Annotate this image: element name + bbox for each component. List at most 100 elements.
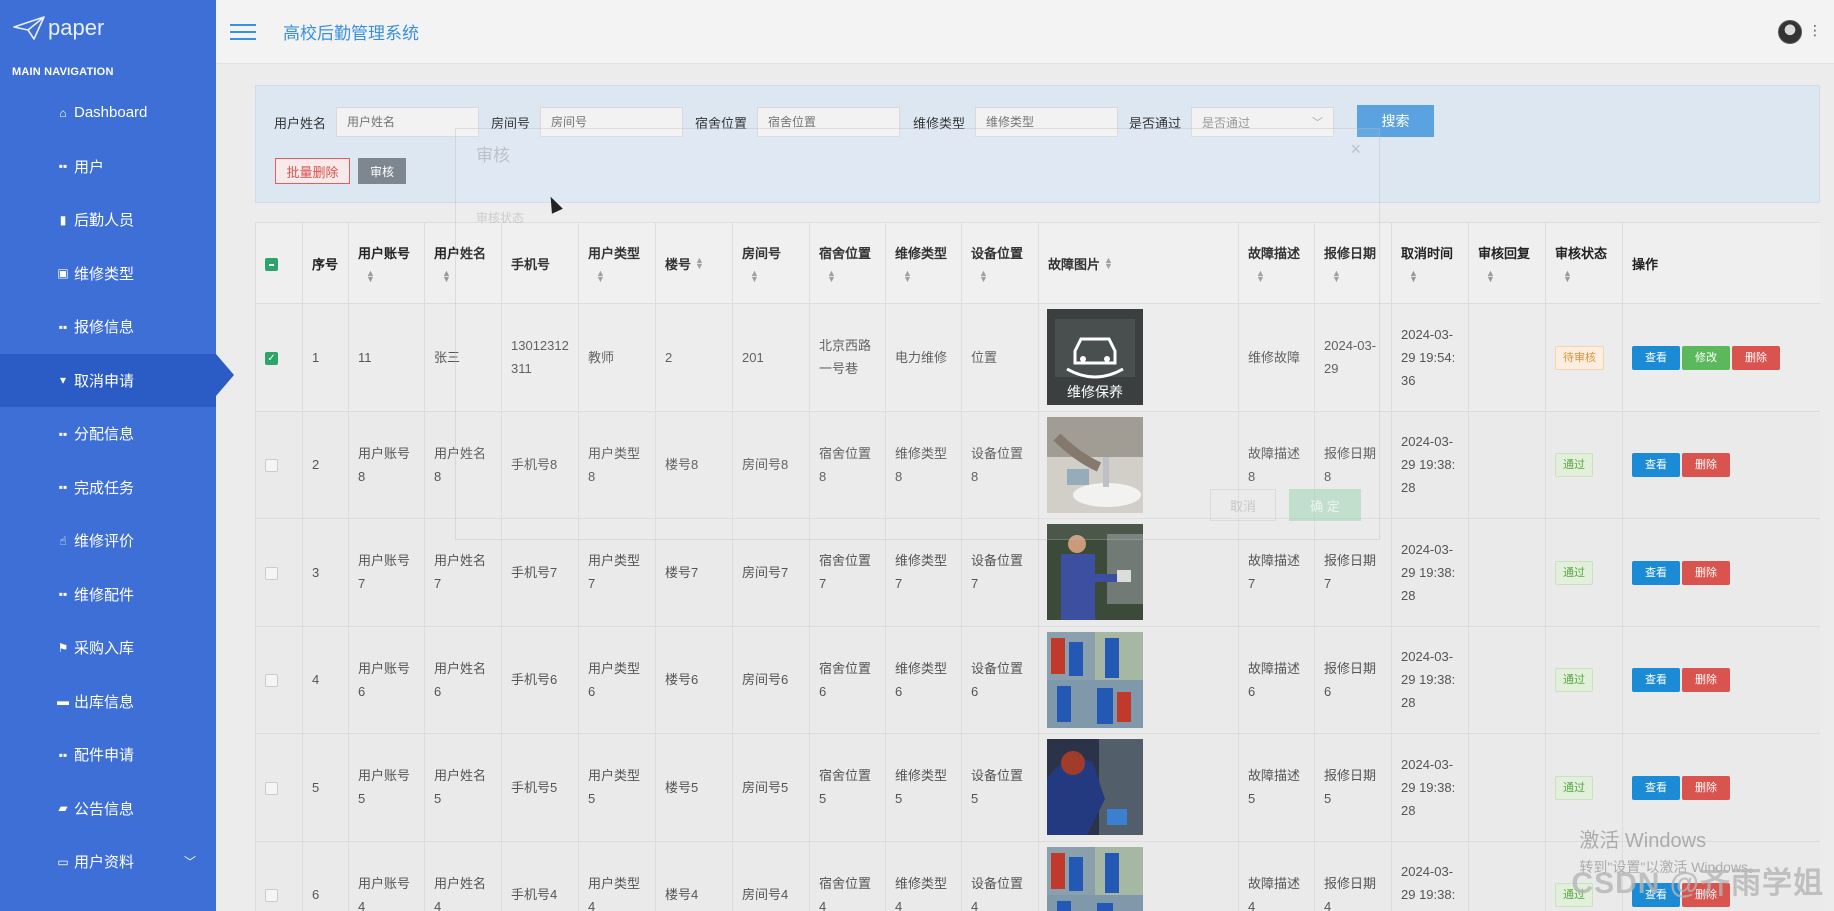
cell-text: 用户账号8 [358, 445, 411, 484]
view-button[interactable]: 查看 [1632, 560, 1680, 585]
select-all-checkbox[interactable] [265, 257, 278, 271]
column-header[interactable]: 用户姓名 ▲ ▼ [424, 222, 502, 304]
sidebar-item-14[interactable]: ▭ 用户资料 ﹀ [0, 835, 216, 889]
column-header[interactable]: 故障图片 ▲ ▼ [1038, 222, 1239, 304]
audit-button[interactable]: 审核 [358, 158, 406, 184]
fault-photo[interactable] [1047, 739, 1143, 836]
fault-photo[interactable] [1047, 524, 1143, 621]
view-button[interactable]: 查看 [1632, 453, 1680, 478]
sidebar-item-label: 公告信息 [74, 800, 135, 818]
sort-icon[interactable]: ▲ ▼ [895, 268, 952, 284]
sort-icon[interactable]: ▲ ▼ [971, 268, 1029, 284]
sidebar-item-11[interactable]: ▬ 出库信息 [0, 675, 216, 729]
repair-type-input[interactable] [975, 107, 1119, 137]
cell-index: 2 [302, 410, 349, 519]
room-input[interactable] [540, 107, 684, 137]
sidebar-item-9[interactable]: ▪▪ 维修配件 [0, 568, 216, 622]
cell-dorm: 宿舍位置5 [809, 733, 886, 842]
cell-phone: 手机号8 [501, 410, 579, 519]
sidebar-item-12[interactable]: ▪▪ 配件申请 [0, 728, 216, 782]
sort-icon[interactable]: ▲ ▼ [358, 268, 415, 284]
row-checkbox[interactable] [265, 566, 278, 580]
fault-photo[interactable] [1047, 416, 1143, 513]
cell-text: 教师 [588, 349, 615, 365]
sort-icon[interactable]: ▲ ▼ [1478, 268, 1536, 284]
delete-button[interactable]: 删除 [1682, 560, 1730, 585]
view-button[interactable]: 查看 [1632, 775, 1680, 800]
fault-photo[interactable]: 维修保养 [1047, 309, 1143, 406]
cell-text: 用户账号4 [358, 875, 411, 911]
fault-photo[interactable] [1047, 631, 1143, 728]
sort-icon[interactable]: ▲ ▼ [819, 268, 876, 284]
menu-toggle-icon[interactable] [230, 19, 256, 45]
column-header[interactable]: 审核回复 ▲ ▼ [1468, 222, 1546, 304]
column-header[interactable]: 维修类型 ▲ ▼ [885, 222, 962, 304]
sort-icon[interactable]: ▲ ▼ [1401, 268, 1459, 284]
sidebar-item-7[interactable]: ▪▪ 完成任务 [0, 461, 216, 515]
cell-desc: 维修故障 [1238, 303, 1315, 412]
column-header[interactable]: 楼号 ▲ ▼ [655, 222, 733, 304]
sort-icon[interactable]: ▲ ▼ [742, 268, 800, 284]
sort-icon[interactable]: ▲ ▼ [695, 255, 704, 271]
cell-usertype: 用户类型4 [578, 840, 656, 911]
row-checkbox[interactable]: ✓ [265, 351, 278, 365]
column-header[interactable]: 宿舍位置 ▲ ▼ [809, 222, 886, 304]
table-row[interactable]: 2 用户账号8 用户姓名8 手机号8 用户类型8 楼号8 房间号8 宿舍位置8 维修类型8 设备位… [255, 410, 1820, 519]
view-button[interactable]: 查看 [1632, 668, 1680, 693]
search-button[interactable]: 搜索 [1357, 105, 1434, 137]
more-options-icon[interactable]: ⋮ [1808, 22, 1822, 39]
column-header[interactable]: 房间号 ▲ ▼ [732, 222, 810, 304]
cell-text: 2024-03-29 19:54:36 [1401, 326, 1456, 388]
view-button[interactable]: 查看 [1632, 345, 1680, 370]
sidebar-item-6[interactable]: ▪▪ 分配信息 [0, 407, 216, 461]
sidebar-item-3[interactable]: ▣ 维修类型 [0, 247, 216, 301]
column-header[interactable]: 故障描述 ▲ ▼ [1238, 222, 1315, 304]
column-header-label: 维修类型 [895, 245, 948, 261]
sidebar-item-8[interactable]: ☝ 维修评价 [0, 514, 216, 568]
sort-icon[interactable]: ▲ ▼ [588, 268, 646, 284]
logo[interactable]: paper [0, 0, 216, 56]
table-row[interactable]: 3 用户账号7 用户姓名7 手机号7 用户类型7 楼号7 房间号7 宿舍位置7 维修类型7 设备位… [255, 518, 1820, 627]
cell-text: 用户账号7 [358, 553, 411, 592]
delete-button[interactable]: 删除 [1682, 453, 1730, 478]
cell-text: 维修类型7 [895, 553, 948, 592]
sort-icon[interactable]: ▲ ▼ [1555, 268, 1613, 284]
avatar[interactable] [1778, 20, 1802, 44]
cell-text: 设备位置7 [971, 553, 1024, 592]
batch-delete-button[interactable]: 批量删除 [275, 158, 350, 184]
sidebar-item-5[interactable]: ▾ 取消申请 [0, 353, 234, 407]
cell-cancel-time: 2024-03-29 19:38:28 [1391, 518, 1469, 627]
cell-usertype: 教师 [578, 303, 656, 412]
row-checkbox[interactable] [265, 781, 278, 795]
column-header[interactable]: 取消时间 ▲ ▼ [1391, 222, 1469, 304]
column-header[interactable]: 设备位置 ▲ ▼ [961, 222, 1039, 304]
column-header[interactable]: 报修日期 ▲ ▼ [1314, 222, 1392, 304]
sort-icon[interactable]: ▲ ▼ [434, 268, 492, 284]
table-row[interactable]: 4 用户账号6 用户姓名6 手机号6 用户类型6 楼号6 房间号6 宿舍位置6 维修类型6 设备位… [255, 625, 1820, 734]
sidebar-item-13[interactable]: ▰ 公告信息 [0, 782, 216, 836]
column-header[interactable]: 用户类型 ▲ ▼ [578, 222, 656, 304]
delete-button[interactable]: 删除 [1682, 668, 1730, 693]
sidebar-item-1[interactable]: ▪▪ 用户 [0, 140, 216, 194]
sort-icon[interactable]: ▲ ▼ [1248, 268, 1305, 284]
sidebar-item-10[interactable]: ⚑ 采购入库 [0, 621, 216, 675]
delete-button[interactable]: 删除 [1732, 345, 1780, 370]
cell-text: 201 [742, 349, 764, 365]
sidebar-item-2[interactable]: ▮ 后勤人员 [0, 193, 216, 247]
edit-button[interactable]: 修改 [1682, 345, 1730, 370]
sidebar-item-0[interactable]: ⌂ Dashboard [0, 86, 216, 140]
delete-button[interactable]: 删除 [1682, 775, 1730, 800]
fault-photo[interactable] [1047, 846, 1143, 911]
row-checkbox[interactable] [265, 889, 278, 903]
row-checkbox[interactable] [265, 674, 278, 688]
sort-icon[interactable]: ▲ ▼ [1324, 268, 1382, 284]
sidebar-item-4[interactable]: ▪▪ 报修信息 [0, 300, 216, 354]
row-checkbox[interactable] [265, 459, 278, 473]
username-input[interactable] [336, 107, 480, 137]
sort-icon[interactable]: ▲ ▼ [1104, 255, 1113, 271]
approved-select[interactable]: 是否通过 ﹀ [1191, 107, 1335, 137]
column-header[interactable]: 审核状态 ▲ ▼ [1545, 222, 1623, 304]
dorm-input[interactable] [757, 107, 901, 137]
column-header[interactable]: 用户账号 ▲ ▼ [348, 222, 425, 304]
table-row[interactable]: ✓ 1 11 张三 13012312311 教师 2 201 北京西路一号巷 电力维修 位置 维修保养… [255, 303, 1820, 412]
